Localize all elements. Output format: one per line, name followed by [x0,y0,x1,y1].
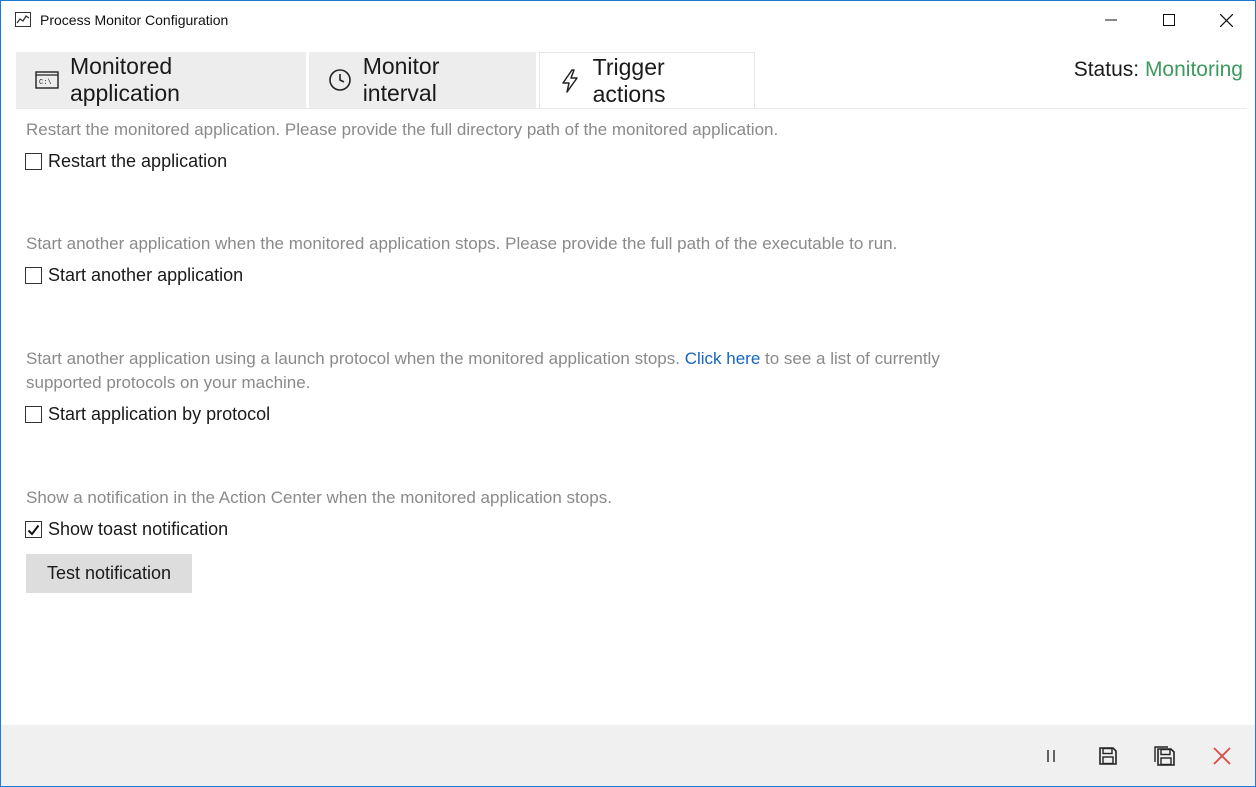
bottom-toolbar [1,725,1255,786]
show-toast-notification-checkbox[interactable]: Show toast notification [25,519,228,540]
checkbox-box[interactable] [25,153,42,170]
cancel-icon [1213,747,1231,765]
restart-description: Restart the monitored application. Pleas… [26,120,779,139]
toast-description: Show a notification in the Action Center… [26,488,612,507]
checkbox-label: Start application by protocol [48,404,271,424]
cancel-button[interactable] [1208,743,1236,769]
save-icon [1099,747,1117,765]
checkbox-label: Start another application [48,265,244,285]
minimize-button[interactable] [1083,1,1139,39]
tab-trigger-actions[interactable]: Trigger actions [539,52,755,108]
save-all-button[interactable] [1151,743,1179,769]
tab-label: Monitored application [69,53,180,106]
start-by-protocol-checkbox[interactable]: Start application by protocol [25,404,270,425]
pause-button[interactable] [1037,743,1065,769]
status-indicator: Status: Monitoring [1074,58,1243,82]
restart-application-checkbox[interactable]: Restart the application [25,151,227,172]
tab-monitor-interval[interactable]: Monitor interval [309,52,536,108]
minimize-icon [1105,19,1117,21]
start-another-description: Start another application when the monit… [26,234,898,253]
test-notification-button[interactable]: Test notification [26,554,192,593]
save-button[interactable] [1094,743,1122,769]
checkbox-label: Restart the application [48,151,228,171]
start-another-application-checkbox[interactable]: Start another application [25,265,243,286]
checkmark-icon [27,524,40,536]
clock-icon [327,67,353,93]
lightning-icon [558,68,583,94]
window-title: Process Monitor Configuration [40,12,229,28]
click-here-link[interactable]: Click here [685,349,761,368]
protocol-description-text: Start another application using a launch… [26,349,685,368]
status-value: Monitoring [1144,58,1243,81]
maximize-icon [1163,14,1175,26]
close-icon [1219,13,1233,27]
console-icon: C:\ [34,67,60,93]
tab-label: Monitor interval [362,53,440,106]
tab-bar: C:\ Monitored application Monitor interv… [16,52,758,108]
app-window: Process Monitor Configuration C:\ Monito… [0,0,1256,787]
checkbox-box[interactable] [25,406,42,423]
close-button[interactable] [1198,1,1254,39]
pause-icon [1047,750,1055,762]
tab-label: Trigger actions [592,53,666,107]
save-all-icon [1154,746,1175,766]
status-label: Status: [1073,58,1140,81]
svg-text:C:\: C:\ [39,79,52,87]
protocol-description: Start another application using a launch… [26,347,946,395]
title-bar: Process Monitor Configuration [1,1,1255,39]
maximize-button[interactable] [1141,1,1197,39]
checkbox-label: Show toast notification [48,519,229,539]
tab-monitored-application[interactable]: C:\ Monitored application [16,52,306,108]
checkbox-box[interactable] [25,521,42,538]
app-icon [15,12,31,27]
tab-divider [16,108,1247,109]
checkbox-box[interactable] [25,267,42,284]
